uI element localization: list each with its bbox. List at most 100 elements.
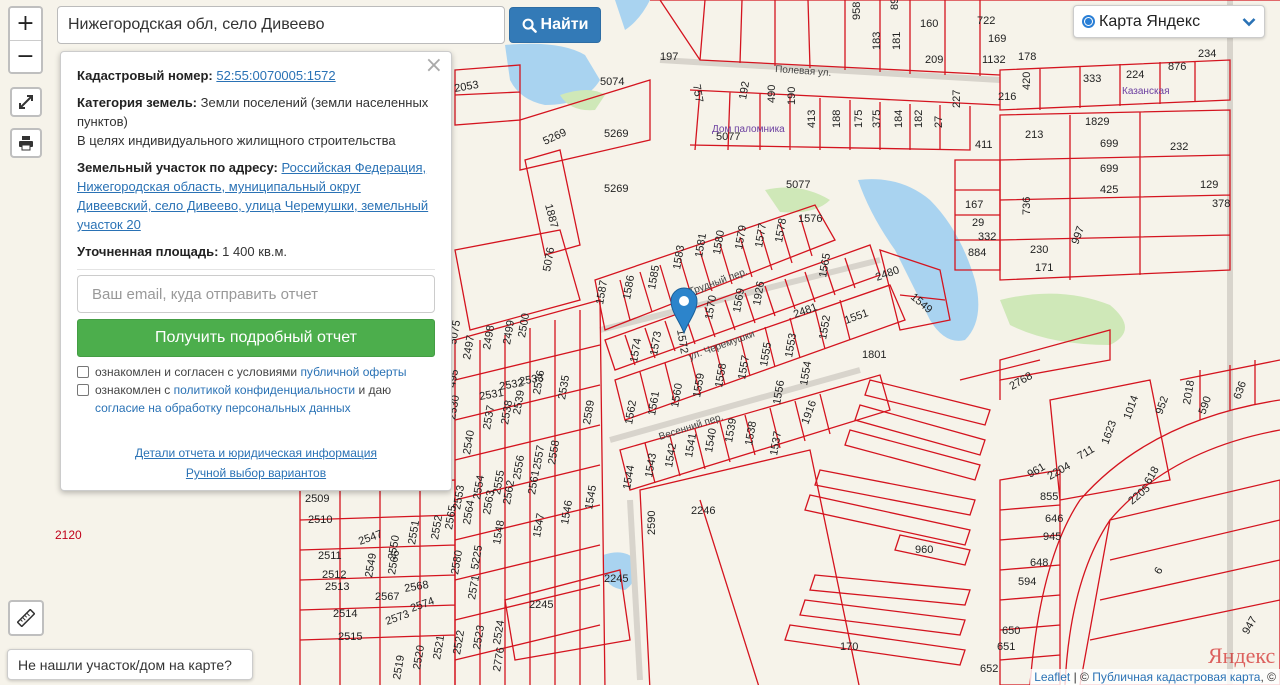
parcel-number-label: 420 xyxy=(1021,72,1033,90)
parcel-number-label: 884 xyxy=(968,247,986,259)
parcel-number-label: 216 xyxy=(998,91,1016,103)
offer-agreement-text: ознакомлен и согласен с условиями публич… xyxy=(95,365,407,379)
ruler-icon xyxy=(17,609,35,627)
parcel-number-label: 646 xyxy=(1045,513,1063,525)
cadastral-number-link[interactable]: 52:55:0070005:1572 xyxy=(216,68,335,83)
fullscreen-button[interactable] xyxy=(10,87,42,117)
parcel-number-label: 182 xyxy=(913,110,925,128)
zoom-in-button[interactable]: + xyxy=(10,8,41,40)
leaflet-link[interactable]: Leaflet xyxy=(1034,670,1070,684)
parcel-number-label: 2246 xyxy=(691,505,715,517)
privacy-policy-link[interactable]: политикой конфиденциальности xyxy=(174,383,355,397)
parcel-number-label: 378 xyxy=(1212,198,1230,210)
zoom-control: + − xyxy=(8,6,43,74)
chevron-down-icon xyxy=(1242,17,1256,26)
address-search-input[interactable] xyxy=(57,6,505,44)
parcel-number-label: 190 xyxy=(786,87,798,105)
poi-label-kazanskaya[interactable]: Казанская xyxy=(1122,86,1170,97)
parcel-number-label: 184 xyxy=(893,110,905,128)
parcel-number-label: 230 xyxy=(1030,244,1048,256)
parcel-number-label: 650 xyxy=(1002,625,1020,637)
parcel-number-label: 1801 xyxy=(862,349,886,361)
parcel-number-label: 736 xyxy=(1021,197,1033,215)
parcel-number-label: 2510 xyxy=(308,514,332,526)
parcel-number-label: 855 xyxy=(1040,491,1058,503)
privacy-agreement-text: ознакомлен с политикой конфиденциальност… xyxy=(95,383,392,415)
parcel-number-label: 1132 xyxy=(982,54,1006,66)
parcel-number-label: 160 xyxy=(920,18,938,30)
parcel-number-label: 375 xyxy=(871,110,883,128)
parcel-number-label: 170 xyxy=(840,641,858,653)
public-offer-link[interactable]: публичной оферты xyxy=(300,365,406,379)
parcel-number-label: 227 xyxy=(951,90,963,108)
measure-ruler-button[interactable] xyxy=(8,600,44,636)
parcel-number-label: 2567 xyxy=(375,591,399,603)
parcel-number-label: 167 xyxy=(965,199,983,211)
parcel-number-label: 29 xyxy=(972,217,984,229)
parcel-number-label: 651 xyxy=(997,641,1015,653)
panel-divider xyxy=(77,269,435,270)
parcel-number-label: 178 xyxy=(1018,51,1036,63)
close-icon[interactable]: × xyxy=(425,55,443,77)
parcel-number-label: 2514 xyxy=(333,608,357,620)
land-category-row: Категория земель: Земли поселений (земли… xyxy=(77,93,435,150)
parcel-area-row: Уточненная площадь: 1 400 кв.м. xyxy=(77,242,435,261)
manual-selection-link[interactable]: Ручной выбор вариантов xyxy=(186,466,326,480)
parcel-number-label: 411 xyxy=(975,139,993,151)
parcel-number-label: 2245 xyxy=(604,573,628,585)
cadastral-number-row: Кадастровый номер: 52:55:0070005:1572 xyxy=(77,66,435,85)
search-box xyxy=(57,6,505,44)
not-found-parcel-button[interactable]: Не нашли участок/дом на карте? xyxy=(7,649,253,680)
parcel-number-label: 5074 xyxy=(600,76,624,88)
parcel-number-label: 209 xyxy=(925,54,943,66)
parcel-number-label: 5269 xyxy=(604,183,628,195)
parcel-number-label: 1576 xyxy=(798,213,822,225)
parcel-address-row: Земельный участок по адресу: Российская … xyxy=(77,158,435,234)
parcel-area-value: 1 400 кв.м. xyxy=(222,244,288,259)
print-button[interactable] xyxy=(10,128,42,158)
personal-data-consent-link[interactable]: согласие на обработку персональных данны… xyxy=(95,401,351,415)
parcel-address-label: Земельный участок по адресу: xyxy=(77,160,278,175)
parcel-number-label: 958 xyxy=(851,2,863,20)
search-button-label: Найти xyxy=(540,16,589,33)
parcel-number-label: 2511 xyxy=(318,550,342,562)
cadastral-map-source-link[interactable]: Публичная кадастровая карта xyxy=(1092,670,1260,684)
privacy-agreement-row: ознакомлен с политикой конфиденциальност… xyxy=(77,381,435,417)
land-category-label: Категория земель: xyxy=(77,95,198,110)
yandex-watermark-logo: Яндекс xyxy=(1208,643,1276,668)
parcel-number-label: 413 xyxy=(806,110,818,128)
cadastral-number-label: Кадастровый номер: xyxy=(77,68,213,83)
parcel-number-label: 188 xyxy=(831,110,843,128)
search-button[interactable]: Найти xyxy=(509,7,601,43)
get-report-button[interactable]: Получить подробный отчет xyxy=(77,319,435,357)
parcel-number-label: 2515 xyxy=(338,631,362,643)
parcel-number-label: 699 xyxy=(1100,138,1118,150)
parcel-number-label: 2590 xyxy=(646,511,658,535)
report-email-input[interactable] xyxy=(77,275,435,313)
parcel-number-label: 2509 xyxy=(305,493,329,505)
parcel-number-label: 234 xyxy=(1198,48,1216,60)
zoom-out-button[interactable]: − xyxy=(10,40,41,72)
parcel-number-label: 722 xyxy=(977,15,995,27)
parcel-number-label: 213 xyxy=(1025,129,1043,141)
parcel-number-label: 425 xyxy=(1100,184,1118,196)
map-attribution: Leaflet | © Публичная кадастровая карта,… xyxy=(1030,669,1280,685)
poi-label-pilgrim-house[interactable]: Дом паломника xyxy=(712,124,785,135)
parcel-number-label: 652 xyxy=(980,663,998,675)
parcel-number-label: 2512 xyxy=(322,569,346,581)
parcel-number-label: 899 xyxy=(889,0,901,10)
parcel-number-label: 4261 xyxy=(0,0,24,3)
parcel-number-label: 945 xyxy=(1043,531,1061,543)
privacy-agreement-checkbox[interactable] xyxy=(77,384,89,396)
parcel-area-label: Уточненная площадь: xyxy=(77,244,219,259)
parcel-number-label: 232 xyxy=(1170,141,1188,153)
offer-agreement-checkbox[interactable] xyxy=(77,366,89,378)
parcel-number-label: 960 xyxy=(915,544,933,556)
parcel-number-label: 197 xyxy=(660,51,678,63)
panel-footer-links: Детали отчета и юридическая информация Р… xyxy=(77,443,435,483)
radio-selected-icon xyxy=(1082,15,1095,28)
report-details-link[interactable]: Детали отчета и юридическая информация xyxy=(135,446,377,460)
parcel-number-label: 1829 xyxy=(1085,116,1109,128)
map-layer-selector[interactable]: Карта Яндекс xyxy=(1073,5,1265,38)
parcel-number-label: 876 xyxy=(1168,61,1186,73)
